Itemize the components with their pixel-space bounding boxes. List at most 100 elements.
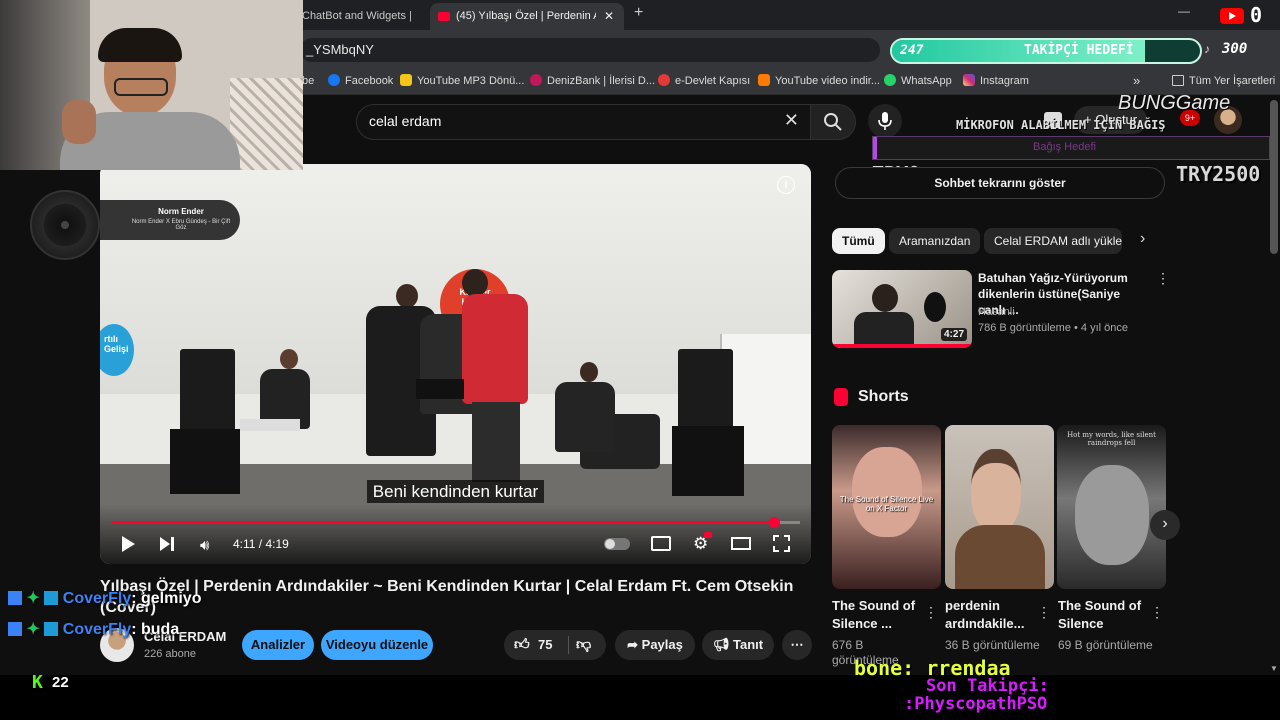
theater-mode-icon[interactable] <box>731 537 751 550</box>
bookmark-yt-download[interactable]: YouTube video indir... <box>758 72 880 90</box>
subscriber-badge-icon <box>44 622 59 636</box>
promote-label: Tanıt <box>733 637 764 652</box>
short-face <box>1075 465 1149 565</box>
volume-icon[interactable]: 🔊︎ <box>200 537 209 554</box>
short-card-2[interactable] <box>945 425 1054 589</box>
person-head <box>580 362 598 382</box>
follower-goal-widget: 247 TAKİPÇİ HEDEFİ ♪ 300 <box>890 38 1270 64</box>
thumb-person-head <box>872 284 898 312</box>
subtitles-icon[interactable] <box>651 536 671 551</box>
like-count: 75 <box>538 637 553 652</box>
play-icon[interactable] <box>122 536 135 552</box>
diamond-badge-icon: ✦ <box>26 590 40 607</box>
cam-hand <box>62 100 96 144</box>
short-menu-icon[interactable]: ⋮ <box>1037 604 1051 621</box>
tab-title: ChatBot and Widgets | <box>302 10 412 22</box>
bookmark-label: be <box>302 75 315 87</box>
info-icon[interactable]: i <box>777 176 795 194</box>
bookmark-instagram[interactable]: Instagram <box>963 72 1029 90</box>
megaphone-icon: 📢︎ <box>712 637 734 652</box>
instagram-icon <box>963 74 975 86</box>
shorts-next-button[interactable]: › <box>1150 510 1180 540</box>
new-tab-button[interactable]: + <box>634 4 643 22</box>
short-menu-icon[interactable]: ⋮ <box>1150 604 1164 621</box>
url-text: _YSMbqNY <box>306 42 374 57</box>
close-tab-icon[interactable]: ✕ <box>604 3 614 30</box>
more-actions-button[interactable]: ⋯ <box>782 630 812 660</box>
url-field[interactable]: _YSMbqNY <box>300 38 880 62</box>
bookmark-whatsapp[interactable]: WhatsApp <box>884 72 952 90</box>
show-chat-replay-button[interactable]: Sohbet tekrarını göster <box>835 167 1165 199</box>
waveform-icon <box>758 74 770 86</box>
bookmark-label: Facebook <box>345 75 394 87</box>
next-icon[interactable] <box>160 536 176 552</box>
short-card-1[interactable]: The Sound of Silence Live on X Factor <box>832 425 941 589</box>
short-title[interactable]: The Sound of Silence ... <box>832 597 922 633</box>
bookmark-mp3[interactable]: YouTube MP3 Dönü... <box>400 72 524 90</box>
cam-glasses <box>114 78 168 96</box>
short-menu-icon[interactable]: ⋮ <box>924 604 938 621</box>
stream-bottom-band <box>0 675 1280 720</box>
chevron-right-icon[interactable]: › <box>1140 230 1145 248</box>
share-button[interactable]: ➦ Paylaş <box>615 630 695 660</box>
bookmark-denizbank[interactable]: DenizBank | İlerisi D... <box>530 72 655 90</box>
voice-search-button[interactable] <box>868 104 902 138</box>
bookmark-facebook[interactable]: Facebook <box>328 72 393 90</box>
related-menu-icon[interactable]: ⋮ <box>1156 270 1170 287</box>
shorts-heading: Shorts <box>858 388 909 405</box>
progress-bar[interactable] <box>112 517 800 528</box>
hd-badge-icon <box>704 532 712 538</box>
bookmark-item[interactable]: be <box>302 72 314 90</box>
all-bookmarks[interactable]: Tüm Yer İşaretleri <box>1172 72 1275 90</box>
music-note-icon: ♪ <box>1204 42 1210 56</box>
like-icon[interactable]: 👍︎ <box>514 630 530 660</box>
last-follower-name: :PhyscopathPSO <box>904 694 1048 714</box>
chip-from-search[interactable]: Aramanızdan <box>889 228 981 254</box>
diamond-badge-icon: ✦ <box>26 621 40 638</box>
video-title: Yılbaşı Özel | Perdenin Ardındakiler ~ B… <box>100 578 794 616</box>
subscriber-count: 0 <box>1250 3 1263 27</box>
analytics-button[interactable]: Analizler <box>242 630 314 660</box>
short-title[interactable]: The Sound of Silence <box>1058 597 1148 633</box>
clear-search-icon[interactable]: ✕ <box>784 110 799 131</box>
edit-video-button[interactable]: Videoyu düzenle <box>321 630 433 660</box>
tab-youtube-active[interactable]: (45) Yılbaşı Özel | Perdenin Ardı ✕ <box>430 3 624 30</box>
chip-all[interactable]: Tümü <box>832 228 885 254</box>
bookmarks-more-button[interactable]: » <box>1133 72 1140 90</box>
short-title[interactable]: perdenin ardındakile... <box>945 597 1035 633</box>
bookmark-edevlet[interactable]: e-Devlet Kapısı <box>658 72 750 90</box>
tab-chatbot[interactable]: ChatBot and Widgets | <box>300 3 428 30</box>
scroll-down-icon[interactable]: ▼ <box>1270 664 1278 673</box>
goal-label: TAKİPÇİ HEDEFİ <box>1024 43 1134 58</box>
short-views: 69 B görüntüleme <box>1058 638 1153 652</box>
thumb-microphone <box>924 292 946 322</box>
search-button[interactable] <box>810 104 856 140</box>
minimize-button[interactable]: — <box>1178 4 1190 18</box>
video-speaker <box>678 349 733 429</box>
chip-channel-uploads[interactable]: Celal ERDAM adlı yükley <box>984 228 1122 254</box>
related-thumbnail[interactable]: 4:27 <box>832 270 972 348</box>
like-dislike-group: 👍︎ 75 👎︎ <box>504 630 606 660</box>
cam-hair <box>98 28 182 62</box>
autoplay-toggle[interactable] <box>604 538 630 550</box>
tab-title: (45) Yılbaşı Özel | Perdenin Ardı <box>456 10 596 22</box>
wall-sign-text: rtılı <box>104 334 119 344</box>
progress-scrubber[interactable] <box>768 517 780 528</box>
music-disc-icon <box>30 190 100 260</box>
scrollbar-thumb[interactable] <box>1270 100 1278 254</box>
short-card-3[interactable]: Hot my words, like silent raindrops fell <box>1057 425 1166 589</box>
dislike-icon[interactable]: 👎︎ <box>576 630 591 660</box>
edevlet-icon <box>658 74 670 86</box>
related-meta: 786 B görüntüleme • 4 yıl önce <box>978 322 1128 334</box>
chat-text: : gelmiyo <box>131 590 202 607</box>
promote-button[interactable]: 📢︎ Tanıt <box>702 630 774 660</box>
music-card: Norm Ender Norm Ender X Ebru Gündeş - Bi… <box>100 200 240 240</box>
fullscreen-icon[interactable] <box>773 535 790 552</box>
person-head <box>280 349 298 369</box>
video-player[interactable]: Kariyer Hamle rtılı Gelişi Norm Ender No… <box>100 164 811 564</box>
subtitle-container: Beni kendinden kurtar <box>100 480 811 503</box>
related-channel[interactable]: Hasanli <box>978 306 1015 318</box>
search-icon <box>824 113 842 131</box>
search-input[interactable]: celal erdam ✕ <box>356 104 812 140</box>
person-legs <box>472 402 520 482</box>
